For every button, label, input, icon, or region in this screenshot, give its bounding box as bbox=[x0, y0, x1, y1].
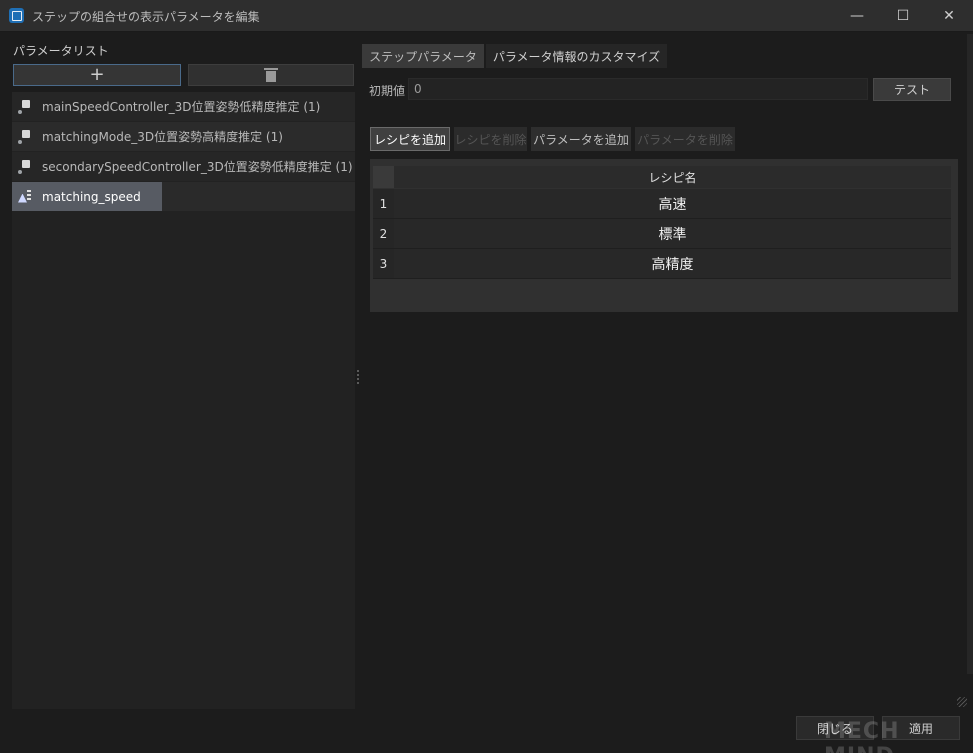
recipe-name-cell[interactable]: 高精度 bbox=[394, 249, 951, 279]
resize-grip[interactable] bbox=[957, 697, 967, 707]
add-recipe-button[interactable]: レシピを追加 bbox=[370, 127, 450, 151]
tab-customize-parameter-info[interactable]: パラメータ情報のカスタマイズ bbox=[486, 44, 667, 68]
parameter-icon bbox=[18, 129, 32, 144]
window-title: ステップの組合せの表示パラメータを編集 bbox=[32, 10, 260, 24]
parameter-icon bbox=[18, 99, 32, 114]
initial-value-label: 初期値 bbox=[369, 84, 406, 98]
row-number: 1 bbox=[373, 189, 394, 219]
parameter-icon bbox=[18, 159, 32, 174]
app-icon bbox=[9, 8, 24, 23]
row-number: 2 bbox=[373, 219, 394, 249]
right-edge-scrollbar[interactable] bbox=[967, 34, 973, 674]
list-item[interactable]: mainSpeedController_3D位置姿勢低精度推定 (1) bbox=[12, 92, 355, 121]
close-window-button[interactable]: ✕ bbox=[926, 0, 972, 32]
list-item-label: matching_speed bbox=[42, 189, 141, 204]
delete-parameter-button[interactable] bbox=[188, 64, 354, 86]
splitter-handle[interactable] bbox=[357, 370, 359, 386]
table-corner[interactable] bbox=[373, 166, 394, 188]
table-row[interactable]: 3 高精度 bbox=[373, 249, 951, 279]
mech-mind-watermark: MECH MIND bbox=[824, 719, 900, 753]
title-bar: ステップの組合せの表示パラメータを編集 — ☐ ✕ bbox=[0, 0, 973, 32]
add-parameter-button[interactable]: + bbox=[13, 64, 181, 86]
list-item[interactable]: matchingMode_3D位置姿勢高精度推定 (1) bbox=[12, 122, 355, 151]
parameter-list-label: パラメータリスト bbox=[13, 44, 109, 58]
tab-step-parameters[interactable]: ステップパラメータ bbox=[362, 44, 484, 68]
dialog-footer: 閉じる 適用 MECH MIND bbox=[0, 687, 973, 753]
minimize-button[interactable]: — bbox=[834, 0, 880, 32]
row-number: 3 bbox=[373, 249, 394, 279]
recipe-name-cell[interactable]: 標準 bbox=[394, 219, 951, 249]
column-header-recipe-name[interactable]: レシピ名 bbox=[394, 166, 951, 188]
recipe-table: レシピ名 1 高速 2 標準 3 高精度 bbox=[370, 159, 958, 312]
recipe-parameter-icon bbox=[18, 189, 32, 204]
test-button[interactable]: テスト bbox=[873, 78, 951, 101]
parameter-list-panel: パラメータリスト + mainSpeedController_3D位置姿勢低精度… bbox=[12, 40, 355, 709]
maximize-button[interactable]: ☐ bbox=[880, 0, 926, 32]
list-item-label: secondarySpeedController_3D位置姿勢低精度推定 (1) bbox=[42, 160, 353, 174]
parameter-list: mainSpeedController_3D位置姿勢低精度推定 (1) matc… bbox=[12, 92, 355, 709]
table-row[interactable]: 2 標準 bbox=[373, 219, 951, 249]
delete-param-button[interactable]: パラメータを削除 bbox=[635, 127, 735, 151]
list-item[interactable]: secondarySpeedController_3D位置姿勢低精度推定 (1) bbox=[12, 152, 355, 181]
initial-value-field[interactable]: 0 bbox=[408, 78, 868, 100]
list-item-label: mainSpeedController_3D位置姿勢低精度推定 (1) bbox=[42, 100, 321, 114]
trash-icon bbox=[264, 68, 278, 82]
recipe-name-cell[interactable]: 高速 bbox=[394, 189, 951, 219]
delete-recipe-button[interactable]: レシピを削除 bbox=[454, 127, 527, 151]
list-item-selected[interactable]: matching_speed bbox=[12, 182, 355, 211]
parameter-detail-panel: ステップパラメータ パラメータ情報のカスタマイズ 初期値 0 テスト レシピを追… bbox=[362, 40, 960, 685]
add-param-button[interactable]: パラメータを追加 bbox=[531, 127, 631, 151]
list-item-label: matchingMode_3D位置姿勢高精度推定 (1) bbox=[42, 130, 283, 144]
table-row[interactable]: 1 高速 bbox=[373, 189, 951, 219]
